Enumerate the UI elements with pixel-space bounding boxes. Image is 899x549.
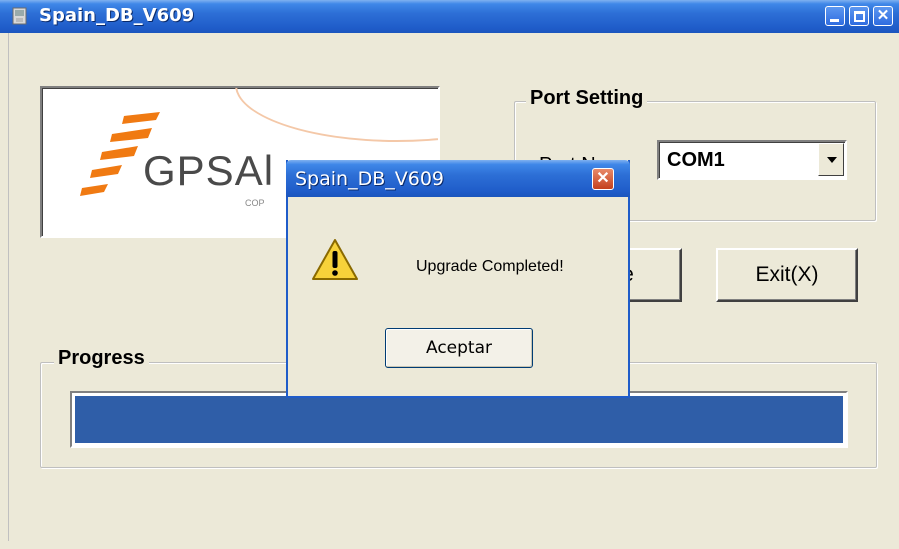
dialog-title-bar[interactable]: Spain_DB_V609 ✕ xyxy=(286,160,630,197)
main-window: Spain_DB_V609 ✕ GPSAl COP Port Setting P… xyxy=(0,0,899,549)
dialog-message: Upgrade Completed! xyxy=(416,258,564,275)
progress-fill xyxy=(75,396,843,443)
title-bar[interactable]: Spain_DB_V609 ✕ xyxy=(0,0,899,33)
close-icon: ✕ xyxy=(596,170,610,187)
window-title: Spain_DB_V609 xyxy=(39,5,195,26)
maximize-icon xyxy=(854,11,865,22)
port-setting-label: Port Setting xyxy=(526,87,648,110)
ok-button[interactable]: Aceptar xyxy=(385,328,533,368)
logo-text: GPSAl xyxy=(143,147,275,194)
dialog-title: Spain_DB_V609 xyxy=(295,168,445,190)
warning-icon xyxy=(312,239,358,280)
chevron-down-icon xyxy=(827,157,837,163)
progress-label: Progress xyxy=(54,347,149,370)
message-dialog: Spain_DB_V609 ✕ Upgrade Completed! Acept… xyxy=(286,160,630,398)
port-select[interactable]: COM1 xyxy=(657,140,847,180)
close-icon: ✕ xyxy=(876,7,890,24)
minimize-icon xyxy=(830,19,839,22)
exit-button[interactable]: Exit(X) xyxy=(716,248,858,302)
maximize-button[interactable] xyxy=(849,6,869,26)
logo-arc xyxy=(235,88,438,142)
port-select-dropdown-button[interactable] xyxy=(818,143,844,176)
minimize-button[interactable] xyxy=(825,6,845,26)
close-button[interactable]: ✕ xyxy=(873,6,893,26)
dialog-close-button[interactable]: ✕ xyxy=(592,168,614,190)
app-icon xyxy=(12,7,27,25)
logo-subtext: COP xyxy=(245,198,265,208)
progress-bar xyxy=(70,391,848,448)
port-select-value: COM1 xyxy=(667,149,725,171)
